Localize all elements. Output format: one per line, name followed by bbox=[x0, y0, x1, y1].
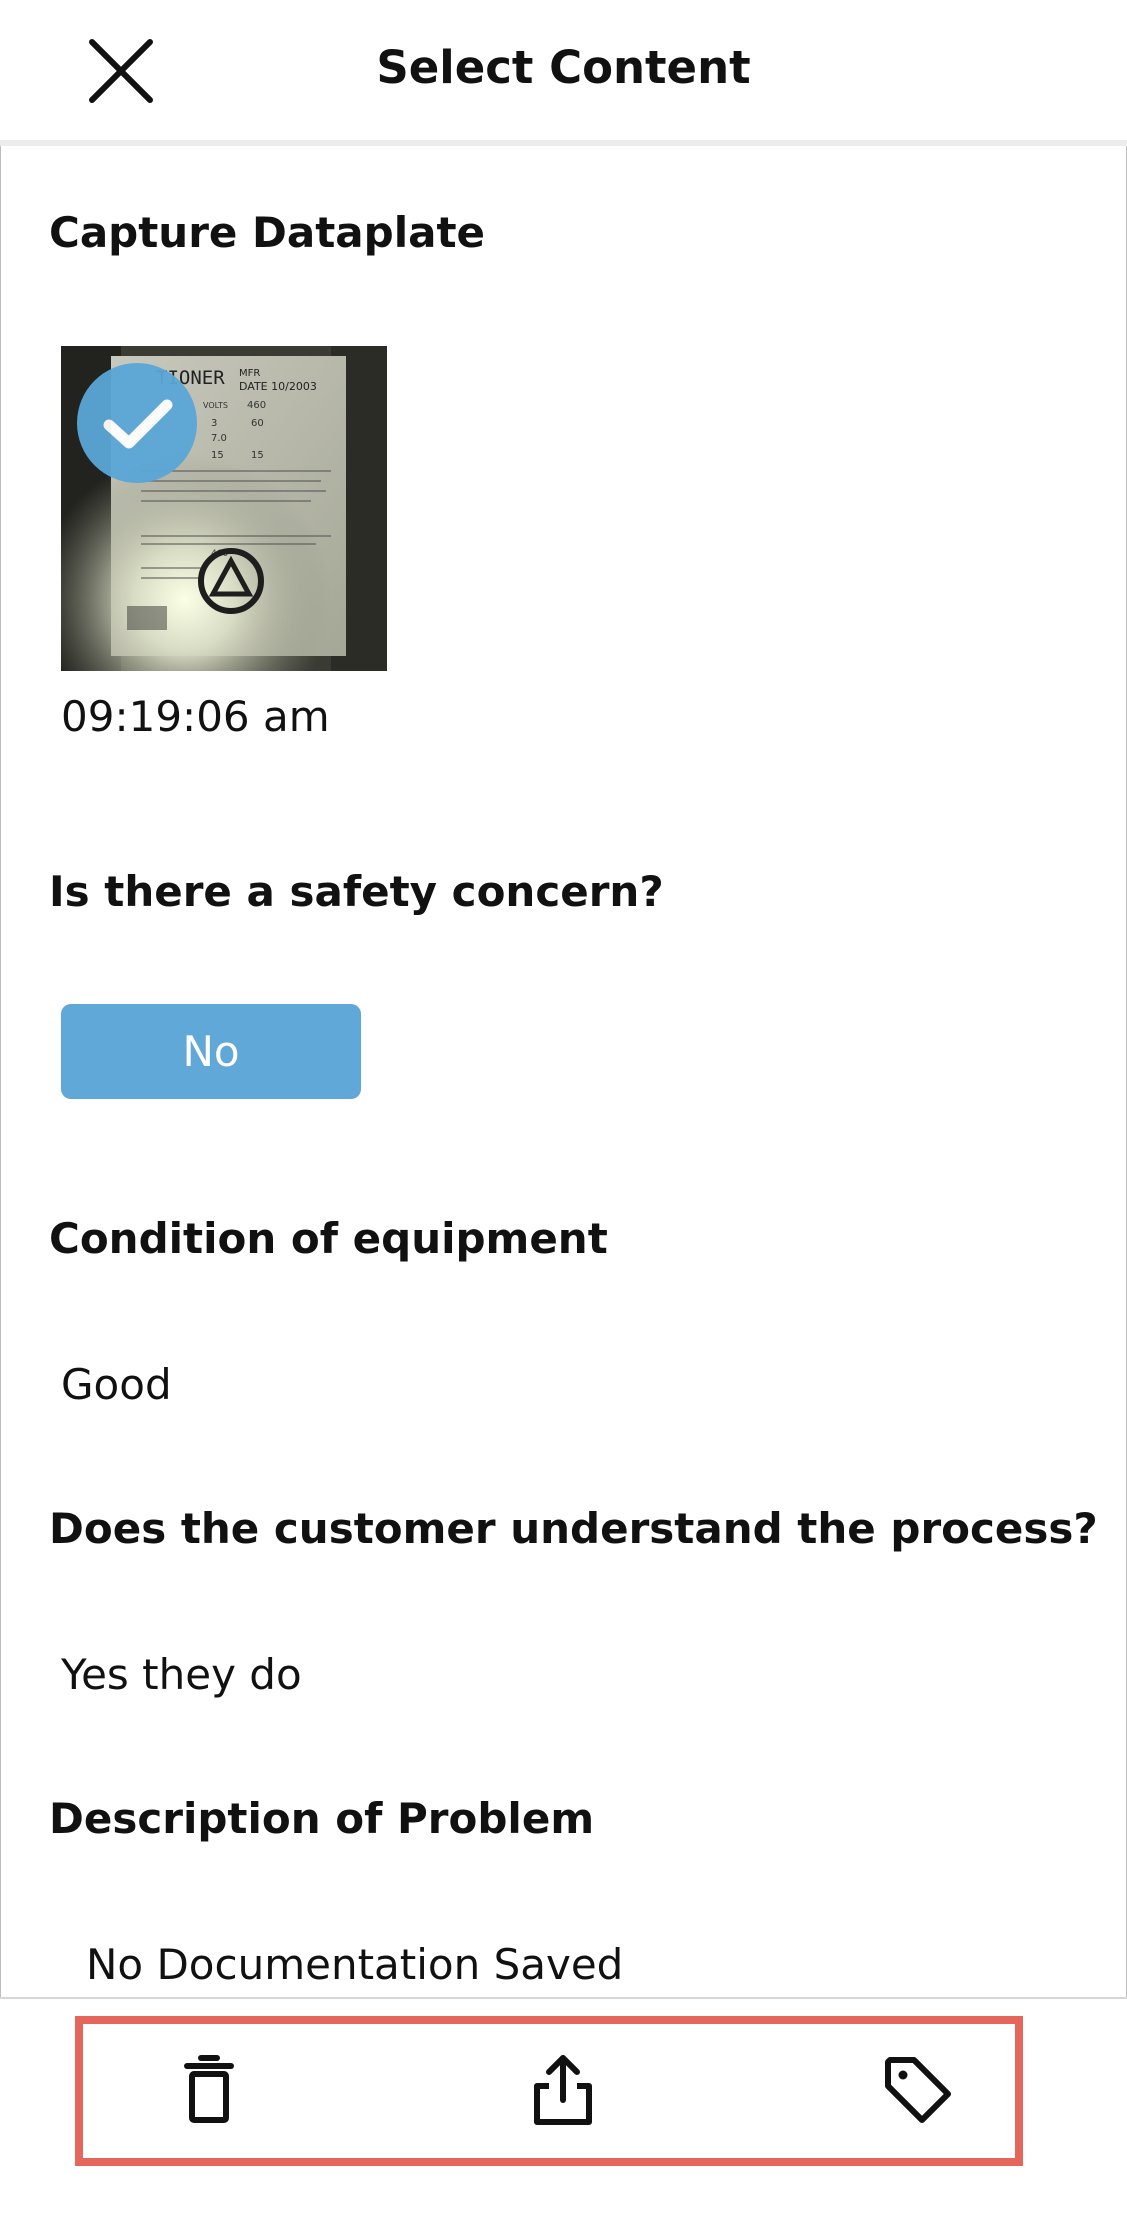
section-title-condition: Condition of equipment bbox=[49, 1214, 608, 1263]
svg-text:15: 15 bbox=[211, 450, 224, 461]
delete-button[interactable] bbox=[169, 2050, 249, 2130]
trash-icon bbox=[184, 2055, 234, 2123]
svg-text:7.0: 7.0 bbox=[211, 433, 227, 444]
problem-value: No Documentation Saved bbox=[86, 1940, 624, 1989]
svg-text:460: 460 bbox=[247, 400, 266, 411]
svg-text:DATE 10/2003: DATE 10/2003 bbox=[239, 380, 317, 393]
selected-check-badge bbox=[77, 363, 197, 483]
svg-text:15: 15 bbox=[251, 450, 264, 461]
tag-icon bbox=[885, 2057, 951, 2123]
share-button[interactable] bbox=[523, 2050, 603, 2130]
svg-text:VOLTS: VOLTS bbox=[203, 401, 228, 410]
svg-text:60: 60 bbox=[251, 418, 264, 429]
header-bar: Select Content bbox=[0, 0, 1127, 146]
section-title-capture: Capture Dataplate bbox=[49, 208, 486, 257]
photo-timestamp: 09:19:06 am bbox=[61, 692, 330, 741]
svg-text:3: 3 bbox=[211, 418, 217, 429]
photo-thumbnail[interactable]: TIONER MFR DATE 10/2003 VOLTS 460 60 7.0… bbox=[61, 346, 387, 671]
svg-text:MFR: MFR bbox=[239, 368, 260, 379]
share-icon bbox=[534, 2055, 592, 2125]
checkmark-icon bbox=[103, 399, 173, 449]
app-frame bbox=[0, 0, 1127, 2214]
tag-button[interactable] bbox=[878, 2050, 958, 2130]
section-title-customer: Does the customer understand the process… bbox=[49, 1504, 1098, 1553]
section-title-safety: Is there a safety concern? bbox=[49, 867, 664, 916]
section-title-problem: Description of Problem bbox=[49, 1794, 595, 1843]
page-title: Select Content bbox=[376, 41, 751, 94]
customer-value: Yes they do bbox=[61, 1650, 302, 1699]
condition-value: Good bbox=[61, 1360, 172, 1409]
answer-no-button[interactable]: No bbox=[61, 1004, 361, 1099]
